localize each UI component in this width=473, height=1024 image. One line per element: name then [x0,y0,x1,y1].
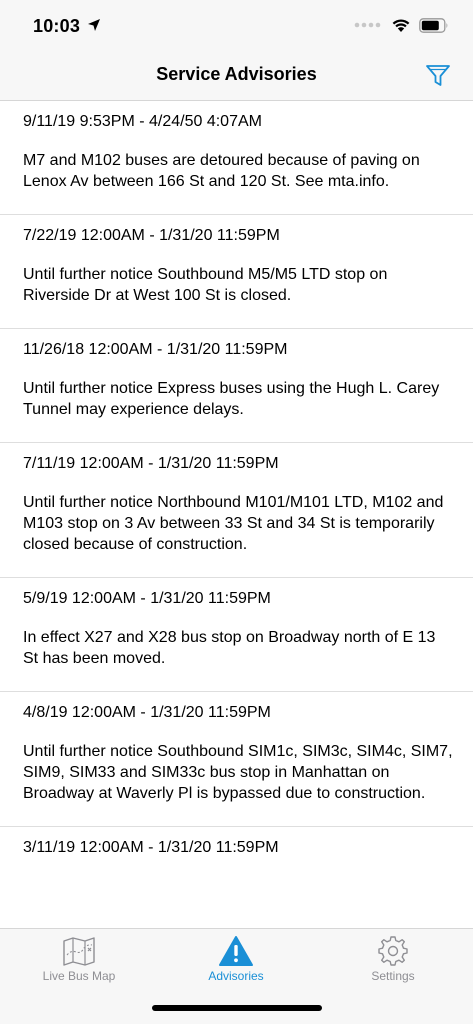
battery-icon [419,17,448,33]
advisory-item[interactable]: 7/22/19 12:00AM - 1/31/20 11:59PM Until … [0,215,473,329]
advisory-item[interactable]: 3/11/19 12:00AM - 1/31/20 11:59PM [0,827,473,898]
status-bar: 10:03 [0,0,473,54]
advisory-text: Until further notice Southbound M5/M5 LT… [23,266,388,304]
location-arrow-icon [88,19,100,31]
advisory-date: 9/11/19 9:53PM - 4/24/50 4:07AM [23,113,262,130]
warning-icon [219,936,253,966]
page-title: Service Advisories [156,64,317,84]
advisory-text: Until further notice Express buses using… [23,380,440,418]
tab-live-bus-map[interactable]: Live Bus Map [14,935,144,983]
advisory-date: 3/11/19 12:00AM - 1/31/20 11:59PM [23,839,279,856]
tab-label: Settings [371,969,415,983]
tab-label: Live Bus Map [42,969,116,983]
advisory-date: 11/26/18 12:00AM - 1/31/20 11:59PM [23,341,288,358]
advisory-text: Until further notice Northbound M101/M10… [23,494,444,553]
advisory-item[interactable]: 11/26/18 12:00AM - 1/31/20 11:59PM Until… [0,329,473,443]
advisory-date: 4/8/19 12:00AM - 1/31/20 11:59PM [23,704,271,721]
advisory-item[interactable]: 5/9/19 12:00AM - 1/31/20 11:59PM In effe… [0,578,473,692]
tab-label: Advisories [208,969,264,983]
advisory-list[interactable]: 9/11/19 9:53PM - 4/24/50 4:07AM M7 and M… [0,101,473,928]
signal-icon [354,22,381,28]
tab-settings[interactable]: Settings [328,935,458,983]
map-icon [63,937,95,966]
advisory-item[interactable]: 9/11/19 9:53PM - 4/24/50 4:07AM M7 and M… [0,101,473,215]
tab-advisories[interactable]: Advisories [171,935,301,983]
advisory-text: Until further notice Southbound SIM1c, S… [23,743,453,802]
gear-icon [378,936,408,966]
home-indicator [152,1005,322,1011]
advisory-date: 7/11/19 12:00AM - 1/31/20 11:59PM [23,455,279,472]
advisory-item[interactable]: 7/11/19 12:00AM - 1/31/20 11:59PM Until … [0,443,473,578]
advisory-text: In effect X27 and X28 bus stop on Broadw… [23,629,436,667]
advisory-text: M7 and M102 buses are detoured because o… [23,152,420,190]
advisory-date: 5/9/19 12:00AM - 1/31/20 11:59PM [23,590,271,607]
advisory-date: 7/22/19 12:00AM - 1/31/20 11:59PM [23,227,280,244]
wifi-icon [392,19,410,32]
filter-icon[interactable] [423,60,453,90]
advisory-item[interactable]: 4/8/19 12:00AM - 1/31/20 11:59PM Until f… [0,692,473,827]
status-time: 10:03 [33,16,81,36]
navigation-bar: Service Advisories [0,54,473,101]
status-indicators [353,17,449,33]
